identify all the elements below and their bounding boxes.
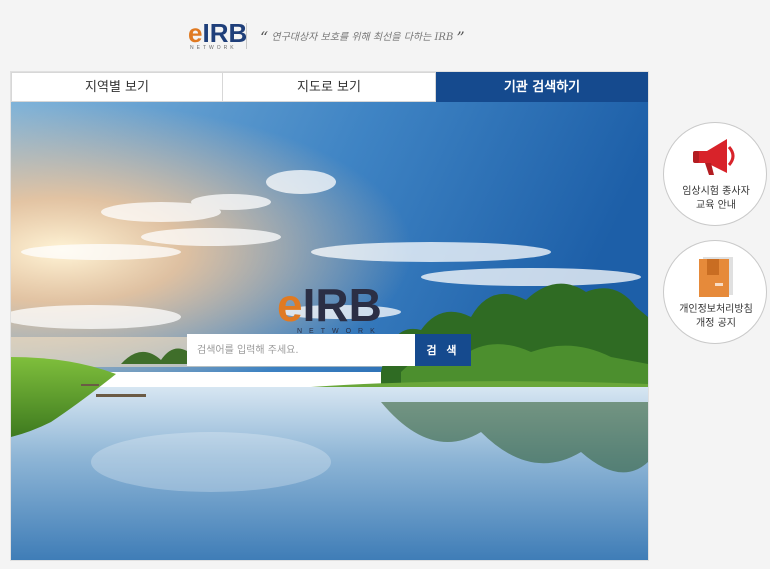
logo-e-letter: e [188, 18, 203, 48]
tab-institution-search[interactable]: 기관 검색하기 [436, 72, 648, 102]
side-label-line2: 교육 안내 [696, 200, 736, 211]
hero-logo: eIRB NETWORK [277, 282, 387, 342]
side-label: 개인정보처리방침 개정 공지 [670, 303, 762, 331]
logo-divider [246, 23, 247, 49]
side-label-line2: 개정 공지 [696, 318, 736, 329]
tab-region-view[interactable]: 지역별 보기 [11, 72, 223, 102]
site-header: eIRB NETWORK “ 연구대상자 보호를 위해 최선을 다하는 IRB … [188, 20, 608, 54]
side-label-line1: 개인정보처리방침 [679, 304, 753, 315]
hero-logo-irb: IRB [302, 279, 382, 331]
slogan: “ 연구대상자 보호를 위해 최선을 다하는 IRB ” [260, 28, 465, 47]
search-button[interactable]: 검 색 [415, 334, 471, 366]
side-label-line1: 임상시험 종사자 [682, 186, 750, 197]
tab-bar: 지역별 보기 지도로 보기 기관 검색하기 [11, 72, 648, 102]
megaphone-icon [693, 139, 735, 175]
search-form: 검 색 [187, 334, 471, 366]
document-icon [699, 257, 733, 297]
tab-map-view[interactable]: 지도로 보기 [223, 72, 436, 102]
side-button-privacy-policy[interactable]: 개인정보처리방침 개정 공지 [663, 240, 767, 344]
hero-image: eIRB NETWORK 검 색 [11, 102, 648, 560]
main-panel: 지역별 보기 지도로 보기 기관 검색하기 eIRB NETWORK 검색어를 … [11, 72, 648, 560]
slogan-text: 연구대상자 보호를 위해 최선을 다하는 IRB [271, 32, 454, 43]
slogan-close-quote: ” [456, 28, 465, 47]
logo-network-text: NETWORK [190, 45, 237, 51]
side-label: 임상시험 종사자 교육 안내 [670, 185, 762, 213]
slogan-open-quote: “ [260, 28, 269, 47]
site-logo[interactable]: eIRB NETWORK [188, 18, 248, 51]
search-input[interactable] [187, 334, 415, 366]
hero-logo-e: e [277, 279, 303, 331]
side-button-training-guide[interactable]: 임상시험 종사자 교육 안내 [663, 122, 767, 226]
logo-irb-text: IRB [202, 18, 248, 48]
